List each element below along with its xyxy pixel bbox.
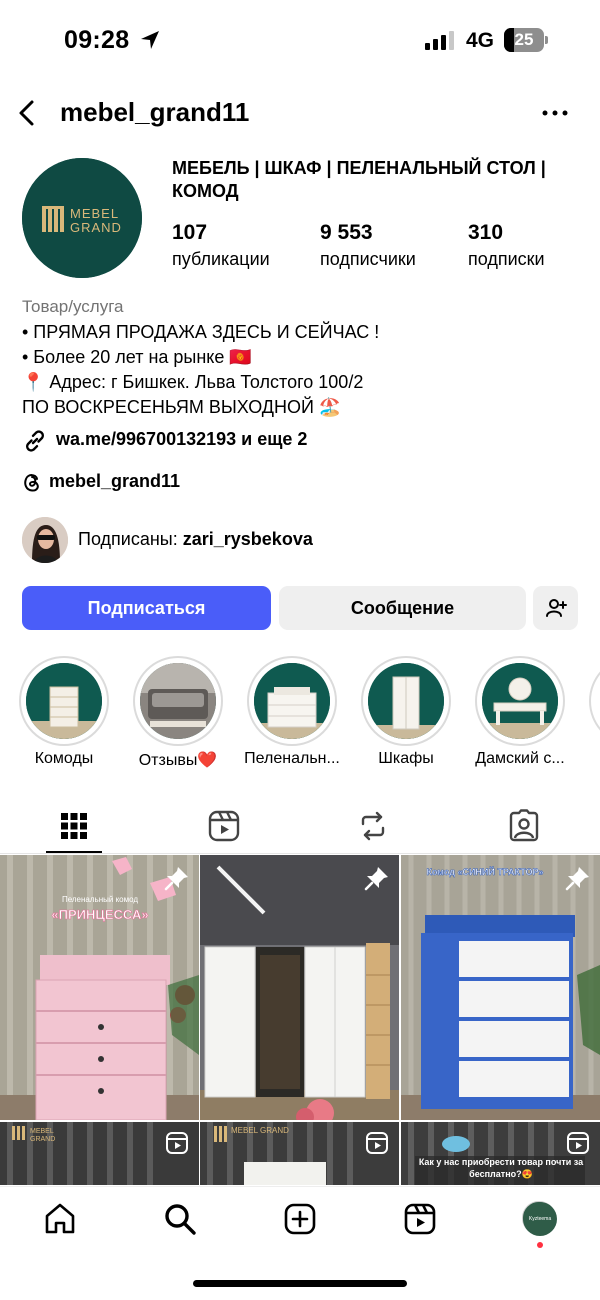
svg-text:Пеленальный комод: Пеленальный комод [62, 895, 138, 904]
followed-by-text: Подписаны: zari_rysbekova [78, 529, 313, 549]
svg-text:«ПРИНЦЕССА»: «ПРИНЦЕССА» [51, 907, 148, 922]
reel-icon [366, 1132, 388, 1154]
pinned-icon [565, 867, 589, 891]
status-bar: 09:28 4G 25 [0, 0, 600, 80]
svg-text:MEBEL GRAND: MEBEL GRAND [231, 1126, 289, 1135]
grid-tab-icon[interactable] [56, 808, 92, 844]
stat-following-label: подписки [468, 249, 545, 269]
followed-by-username: zari_rysbekova [182, 529, 313, 549]
highlight-label: Шкафы [378, 750, 434, 767]
battery-icon: 25 [504, 28, 548, 52]
signal-icon [425, 31, 454, 50]
threads-icon [24, 474, 39, 492]
stat-followers[interactable]: 9 553 подписчики [320, 220, 416, 272]
bio-line: • Более 20 лет на рынке 🇰🇬 [22, 347, 252, 367]
post-image-wardrobe [200, 855, 399, 1120]
post-image-blue-dresser: Комод «СИНИЙ ТРАКТОР» [401, 855, 600, 1120]
stat-posts[interactable]: 107 публикации [172, 220, 270, 272]
post-image-pink-dresser: Пеленальный комод «ПРИНЦЕССА» [0, 855, 199, 1120]
search-icon[interactable] [162, 1201, 198, 1237]
highlight-label: Отзывы❤️ [138, 752, 218, 769]
more-options-icon[interactable] [540, 100, 570, 126]
back-chevron-icon[interactable] [14, 96, 42, 130]
bio-line: 📍 Адрес: г Бишкек. Льва Толстого 100/2 [22, 372, 364, 392]
location-arrow-icon [141, 31, 159, 49]
bio-line: ПО ВОСКРЕСЕНЬЯМ ВЫХОДНОЙ 🏖️ [22, 397, 342, 417]
grid-reel[interactable]: Как у нас приобрести товар почти за бесп… [401, 1122, 600, 1185]
profile-display-name: МЕБЕЛЬ | ШКАФ | ПЕЛЕНАЛЬНЫЙ СТОЛ | КОМОД [172, 158, 546, 201]
profile-avatar[interactable]: MEBEL GRAND [22, 158, 142, 278]
home-icon[interactable] [42, 1201, 78, 1237]
add-person-icon [545, 599, 567, 617]
story-highlights: Комоды Отзывы❤️ Пеленальн... Шкафы Дамск… [0, 656, 600, 776]
home-indicator [193, 1280, 407, 1287]
highlight-label: Дамский с... [475, 750, 565, 767]
pinned-icon [364, 867, 388, 891]
highlight-vanity-image [482, 663, 558, 739]
stat-following[interactable]: 310 подписки [468, 220, 545, 272]
svg-text:Kyzteema: Kyzteema [529, 1216, 551, 1222]
highlight-label: Пеленальн... [244, 750, 340, 767]
svg-text:GRAND: GRAND [70, 220, 122, 235]
stat-followers-label: подписчики [320, 249, 416, 269]
suggest-people-button[interactable] [533, 586, 578, 630]
tagged-tab-icon[interactable] [506, 808, 542, 844]
posts-grid: Пеленальный комод «ПРИНЦЕССА» Комод «СИН… [0, 855, 600, 1185]
reel-icon [166, 1132, 188, 1154]
create-post-icon[interactable] [282, 1201, 318, 1237]
profile-tabs [0, 800, 600, 854]
grid-reel[interactable]: MEBEL GRAND [0, 1122, 199, 1185]
follow-button[interactable]: Подписаться [22, 586, 271, 630]
highlight-dresser-image [26, 663, 102, 739]
svg-text:GRAND: GRAND [30, 1136, 55, 1143]
grid-post[interactable]: Комод «СИНИЙ ТРАКТОР» [401, 855, 600, 1120]
profile-category: Товар/услуга [22, 297, 124, 316]
bio-line: • ПРЯМАЯ ПРОДАЖА ЗДЕСЬ И СЕЙЧАС ! [22, 322, 380, 342]
grid-post[interactable]: Пеленальный комод «ПРИНЦЕССА» [0, 855, 199, 1120]
link-icon [26, 430, 44, 452]
pinned-icon [164, 867, 188, 891]
svg-text:MEBEL: MEBEL [30, 1128, 54, 1135]
highlight-label: Комоды [34, 750, 94, 767]
grid-post[interactable] [200, 855, 399, 1120]
profile-tab-avatar[interactable]: Kyzteema [522, 1201, 557, 1236]
reels-icon[interactable] [402, 1201, 438, 1237]
message-button[interactable]: Сообщение [279, 586, 526, 630]
grid-reel[interactable]: MEBEL GRAND [200, 1122, 399, 1185]
highlight-changing-table-image [254, 663, 330, 739]
reposts-tab-icon[interactable] [355, 808, 391, 844]
profile-header: mebel_grand11 [0, 86, 600, 140]
network-type: 4G [466, 29, 495, 52]
notification-dot [537, 1242, 543, 1248]
stat-posts-value: 107 [172, 221, 208, 244]
highlight-wardrobe-image [368, 663, 444, 739]
battery-level: 25 [514, 30, 534, 49]
status-time: 09:28 [64, 26, 130, 54]
reel-icon [567, 1132, 589, 1154]
stat-following-value: 310 [468, 221, 504, 244]
highlight-reviews-image [140, 663, 216, 739]
svg-text:MEBEL: MEBEL [70, 206, 119, 221]
stat-posts-label: публикации [172, 249, 270, 269]
active-tab-indicator [46, 851, 102, 853]
threads-username[interactable]: mebel_grand11 [49, 471, 180, 492]
reels-tab-icon[interactable] [206, 808, 242, 844]
mebel-grand-logo: MEBEL GRAND [22, 158, 142, 278]
profile-username: mebel_grand11 [60, 97, 250, 127]
follower-avatar [22, 517, 68, 563]
profile-link-text[interactable]: wa.me/996700132193 и еще 2 [56, 429, 307, 450]
svg-text:Комод «СИНИЙ ТРАКТОР»: Комод «СИНИЙ ТРАКТОР» [426, 866, 543, 877]
stat-followers-value: 9 553 [320, 221, 373, 244]
